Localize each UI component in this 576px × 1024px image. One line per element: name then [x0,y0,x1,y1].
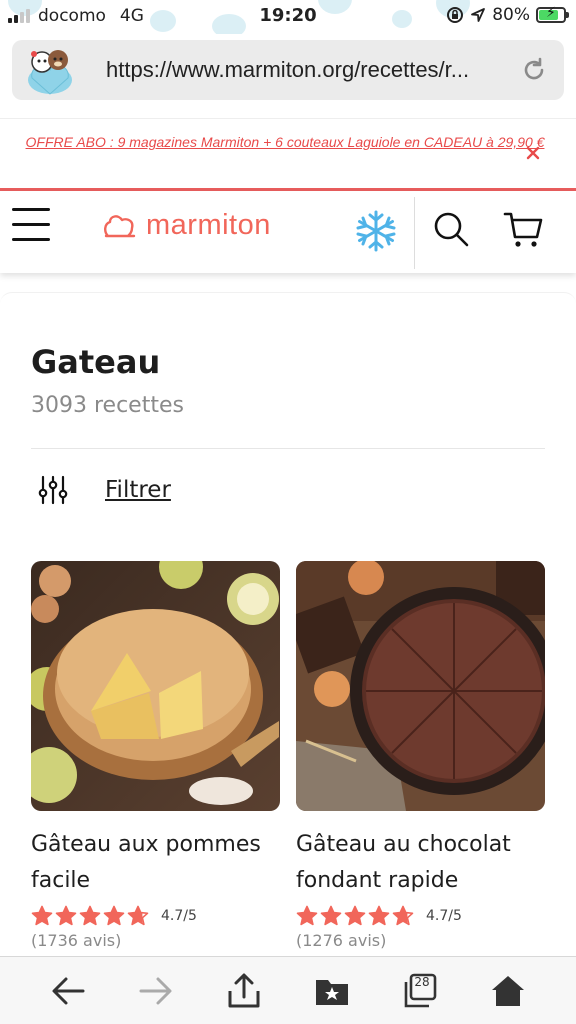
chef-hat-logo-icon [104,214,136,237]
location-icon [471,8,486,22]
forward-icon[interactable] [136,971,176,1011]
snowflake-icon[interactable] [354,209,398,253]
bookmarks-icon[interactable] [312,971,352,1011]
tabs-icon[interactable]: 28 [400,971,440,1011]
close-icon[interactable] [526,146,540,160]
review-count: (1276 avis) [296,931,387,950]
divider [31,448,545,449]
star-icon [368,905,390,926]
star-icon [31,905,53,926]
header-divider [414,197,415,269]
recipe-image-chocolate-cake[interactable] [296,561,545,811]
share-icon[interactable] [224,971,264,1011]
star-icon [127,905,149,926]
battery-percent: 80% [492,5,530,25]
search-icon[interactable] [433,211,471,249]
reload-icon[interactable] [520,56,548,84]
star-rating [31,905,149,927]
star-icon [103,905,125,926]
main-content: Gateau 3093 recettes Filtrer Gâteau aux … [0,292,576,956]
star-icon [55,905,77,926]
star-icon [320,905,342,926]
rotation-lock-icon [447,7,464,23]
recipe-card[interactable]: Gâteau aux pommes facile 4.7/5 (1736 avi… [31,561,280,950]
menu-icon[interactable] [12,208,50,244]
star-icon [79,905,101,926]
promo-link[interactable]: OFFRE ABO : 9 magazines Marmiton + 6 cou… [20,133,550,152]
filter-icon[interactable] [38,475,68,505]
tabs-count: 28 [414,975,430,989]
star-rating [296,905,414,927]
cart-icon[interactable] [503,211,545,249]
battery-icon: ⚡ [536,5,569,23]
status-bar: docomo 4G 19:20 80% ⚡ [0,0,576,34]
logo-text: marmiton [146,209,271,241]
back-icon[interactable] [48,971,88,1011]
recipe-title[interactable]: Gâteau au chocolat fondant rapide [296,827,545,899]
star-icon [296,905,318,926]
site-logo[interactable]: marmiton [102,209,271,242]
home-icon[interactable] [488,971,528,1011]
star-icon [392,905,414,926]
recipe-card[interactable]: Gâteau au chocolat fondant rapide 4.7/5 … [296,561,545,950]
address-bar[interactable]: https://www.marmiton.org/recettes/r... [12,40,564,100]
recipe-count: 3093 recettes [31,393,184,418]
rating-value: 4.7/5 [426,908,462,924]
filter-link[interactable]: Filtrer [105,477,171,503]
recipe-image-apple-cake[interactable] [31,561,280,811]
browser-toolbar: 28 [0,956,576,1024]
review-count: (1736 avis) [31,931,122,950]
rating-row: 4.7/5 [31,903,280,929]
recipe-title[interactable]: Gâteau aux pommes facile [31,827,280,899]
avatar-icon[interactable] [22,42,78,98]
rating-row: 4.7/5 [296,903,545,929]
site-header: marmiton [0,191,576,273]
rating-value: 4.7/5 [161,908,197,924]
page-title: Gateau [31,343,161,381]
promo-banner: OFFRE ABO : 9 magazines Marmiton + 6 cou… [0,118,576,190]
star-icon [344,905,366,926]
url-text[interactable]: https://www.marmiton.org/recettes/r... [106,57,506,83]
